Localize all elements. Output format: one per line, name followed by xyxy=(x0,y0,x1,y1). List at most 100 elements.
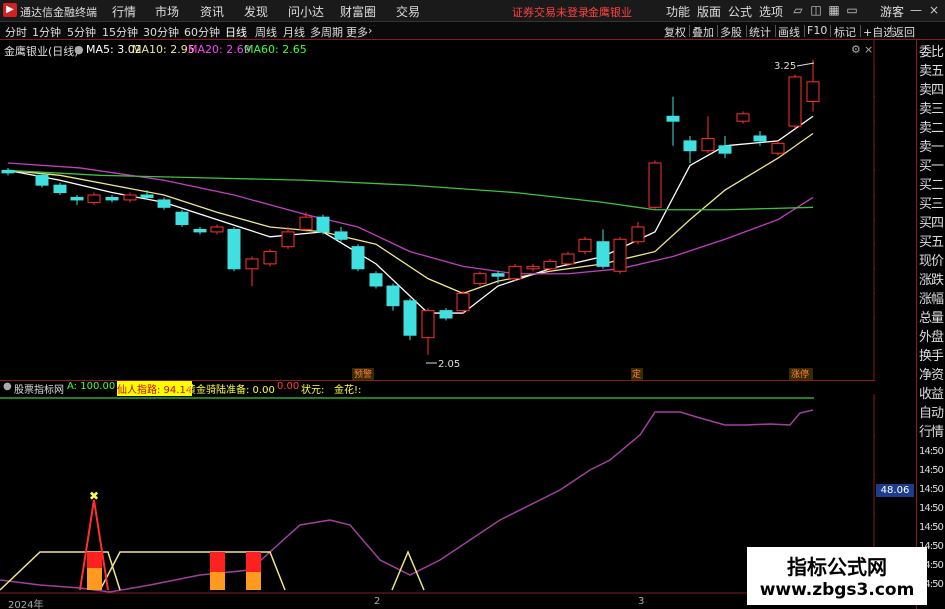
quote-panel-item[interactable]: 14:50 xyxy=(919,519,945,537)
chevron-right-icon[interactable]: › xyxy=(368,24,372,37)
candle-up[interactable] xyxy=(123,194,137,201)
candle-down[interactable] xyxy=(718,145,732,154)
candle-down[interactable] xyxy=(140,194,154,198)
period-daily[interactable]: 日线 xyxy=(225,24,247,40)
candle-up[interactable] xyxy=(421,310,435,339)
period-multi[interactable]: 多周期 xyxy=(310,24,343,40)
period-more[interactable]: 更多 xyxy=(346,24,368,40)
quote-panel-item[interactable]: 委比 xyxy=(919,44,945,62)
period-60min[interactable]: 60分钟 xyxy=(184,24,220,40)
candle-up[interactable] xyxy=(736,113,750,122)
quote-panel-item[interactable]: 买五 xyxy=(919,234,945,252)
quote-panel-item[interactable]: 14:50 xyxy=(919,500,945,518)
candle-up[interactable] xyxy=(526,265,540,270)
quote-panel-item[interactable]: 现价 xyxy=(919,253,945,271)
quote-panel-item[interactable]: 卖三 xyxy=(919,101,945,119)
back-button[interactable]: 返回 xyxy=(893,24,915,40)
candle-down[interactable] xyxy=(193,228,207,233)
quote-panel-item[interactable]: 自动 xyxy=(919,405,945,423)
guest-label[interactable]: 游客 xyxy=(880,3,904,20)
menu-market[interactable]: 市场 xyxy=(155,3,179,20)
quote-panel-item[interactable]: 卖二 xyxy=(919,120,945,138)
candle-up[interactable] xyxy=(245,258,259,270)
menu-news[interactable]: 资讯 xyxy=(200,3,224,20)
hide-icon[interactable]: ▱ xyxy=(790,2,806,18)
quote-panel-item[interactable]: 卖五 xyxy=(919,63,945,81)
indicator-chart[interactable]: 100.0080.0060.0040.00 ✖ xyxy=(0,394,875,594)
candlestick-chart[interactable]: 3.203.103.002.902.802.702.602.502.402.30… xyxy=(0,40,875,380)
candle-down[interactable] xyxy=(175,211,189,226)
f10-button[interactable]: F10 xyxy=(807,24,827,37)
menu-functions[interactable]: 功能 xyxy=(666,3,690,20)
menu-discover[interactable]: 发现 xyxy=(244,3,268,20)
candle-down[interactable] xyxy=(439,310,453,319)
menu-options[interactable]: 选项 xyxy=(759,3,783,20)
quote-panel-item[interactable]: 涨幅 xyxy=(919,291,945,309)
candle-down[interactable] xyxy=(403,300,417,336)
candle-down[interactable] xyxy=(369,273,383,287)
period-1min[interactable]: 1分钟 xyxy=(32,24,61,40)
candle-up[interactable] xyxy=(613,238,627,272)
add-watchlist-button[interactable]: +自选 xyxy=(863,24,894,40)
candle-up[interactable] xyxy=(561,253,575,265)
candle-down[interactable] xyxy=(596,241,610,267)
candle-up[interactable] xyxy=(456,292,470,312)
event-tag-warning[interactable]: 预警 xyxy=(354,368,372,380)
candle-down[interactable] xyxy=(157,199,171,208)
candle-down[interactable] xyxy=(753,135,767,142)
candle-down[interactable] xyxy=(316,216,330,233)
settings-dot-icon[interactable]: ● xyxy=(3,381,12,392)
candle-down[interactable] xyxy=(35,174,49,186)
quote-panel-item[interactable]: 净资 xyxy=(919,367,945,385)
candle-down[interactable] xyxy=(491,273,505,277)
quote-panel-item[interactable]: 买二 xyxy=(919,177,945,195)
candle-down[interactable] xyxy=(1,169,15,174)
overlay-button[interactable]: 叠加 xyxy=(692,24,714,40)
quote-panel-item[interactable]: 外盘 xyxy=(919,329,945,347)
quote-panel-item[interactable]: 14:50 xyxy=(919,462,945,480)
quote-panel-item[interactable]: 卖一 xyxy=(919,139,945,157)
grid-icon[interactable]: ▦ xyxy=(826,2,842,18)
quote-panel-item[interactable]: 卖四 xyxy=(919,82,945,100)
period-monthly[interactable]: 月线 xyxy=(283,24,305,40)
candle-down[interactable] xyxy=(683,140,697,152)
candle-up[interactable] xyxy=(648,162,662,208)
quote-side-panel[interactable]: 委比 卖五 卖四 卖三 卖二 卖一 买一 买二 买三 买四 买五 现价 涨跌 涨幅 总量 外盘 换手 净资 收益 自动… xyxy=(916,40,945,609)
candle-up[interactable] xyxy=(473,273,487,285)
event-tag-fixed[interactable]: 定 xyxy=(632,368,641,380)
menu-layout[interactable]: 版面 xyxy=(697,3,721,20)
chat-icon[interactable]: ◫ xyxy=(808,2,824,18)
candle-down[interactable] xyxy=(227,228,241,270)
monitor-icon[interactable]: ▭ xyxy=(844,2,860,18)
candle-up[interactable] xyxy=(210,226,224,233)
candle-down[interactable] xyxy=(70,196,84,201)
quote-panel-item[interactable]: 买四 xyxy=(919,215,945,233)
draw-button[interactable]: 画线 xyxy=(778,24,800,40)
mark-button[interactable]: 标记 xyxy=(834,24,856,40)
quote-panel-item[interactable]: 14:50 xyxy=(919,481,945,499)
event-tag-limit-up[interactable]: 涨停 xyxy=(791,368,809,380)
adjust-button[interactable]: 复权 xyxy=(664,24,686,40)
candle-up[interactable] xyxy=(631,226,645,243)
quote-panel-item[interactable]: 总量 xyxy=(919,310,945,328)
menu-quotes[interactable]: 行情 xyxy=(112,3,136,20)
candle-up[interactable] xyxy=(771,142,785,154)
multi-stock-button[interactable]: 多股 xyxy=(720,24,742,40)
quote-panel-item[interactable]: 涨跌 xyxy=(919,272,945,290)
login-notice[interactable]: 证券交易未登录 xyxy=(512,4,589,20)
menu-wealth-circle[interactable]: 财富圈 xyxy=(340,3,376,20)
period-timeshare[interactable]: 分时 xyxy=(5,24,27,40)
candle-up[interactable] xyxy=(263,251,277,265)
quote-panel-item[interactable]: 买一 xyxy=(919,158,945,176)
candle-up[interactable] xyxy=(281,231,295,248)
candle-up[interactable] xyxy=(543,260,557,270)
candle-down[interactable] xyxy=(351,246,365,270)
menu-formula[interactable]: 公式 xyxy=(728,3,752,20)
candle-up[interactable] xyxy=(578,238,592,253)
stats-button[interactable]: 统计 xyxy=(749,24,771,40)
menu-ask-xiaoda[interactable]: 问小达 xyxy=(288,3,324,20)
period-15min[interactable]: 15分钟 xyxy=(102,24,138,40)
quote-panel-item[interactable]: 换手 xyxy=(919,348,945,366)
candle-down[interactable] xyxy=(105,196,119,201)
period-weekly[interactable]: 周线 xyxy=(255,24,277,40)
